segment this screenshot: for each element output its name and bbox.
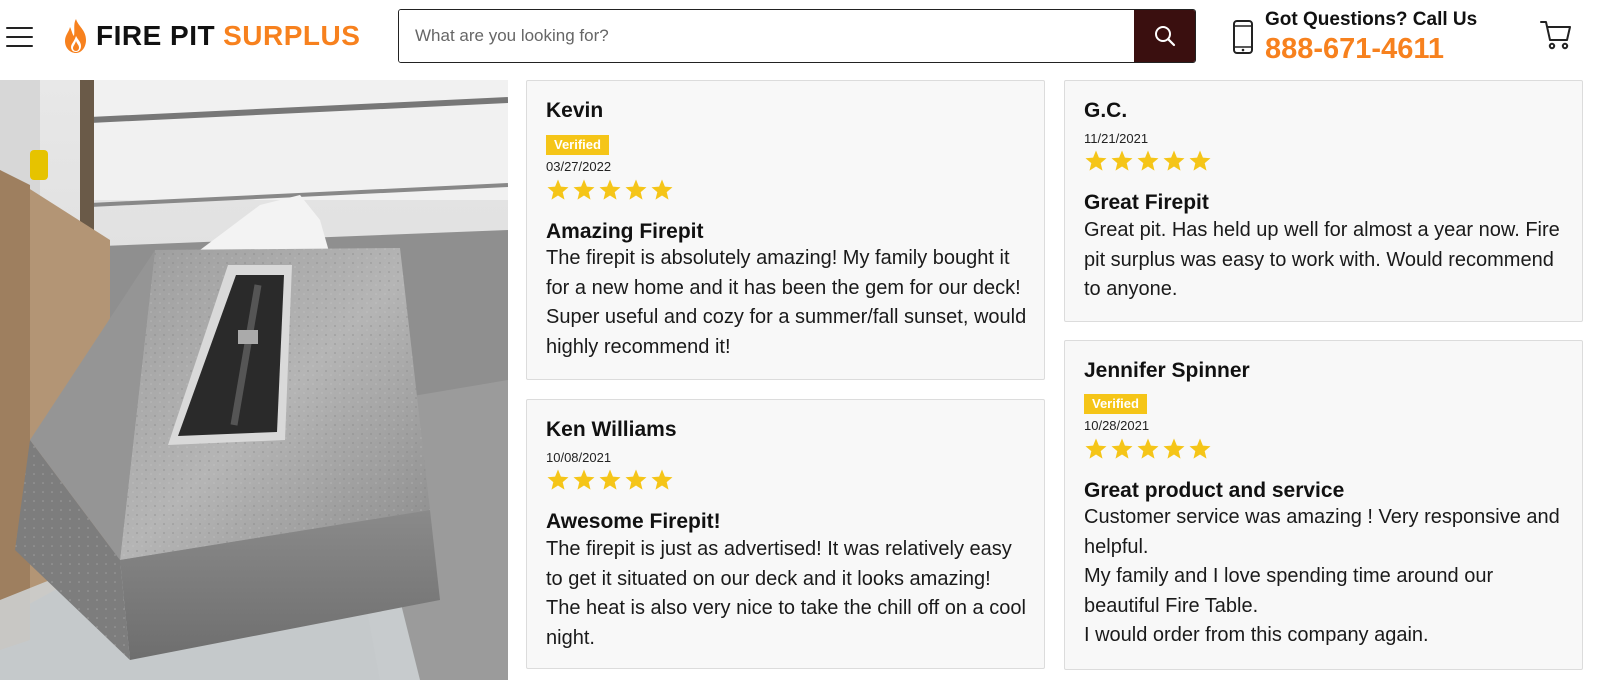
star-icon (651, 469, 673, 490)
star-rating (546, 178, 674, 202)
star-icon (1085, 150, 1107, 171)
reviewer-name: Kevin (546, 99, 604, 122)
star-icon (651, 179, 673, 200)
star-icon (573, 469, 595, 490)
review-text: The firepit is absolutely amazing! My fa… (546, 247, 1027, 358)
review-date: 03/27/2022 (546, 159, 612, 174)
review-date: 11/21/2021 (1084, 131, 1149, 146)
menu-icon[interactable] (6, 26, 33, 48)
star-icon (547, 179, 569, 200)
star-icon (1189, 150, 1211, 171)
review-title: Awesome Firepit! (546, 510, 721, 533)
logo-text-surplus: SURPLUS (223, 20, 361, 51)
phone-icon (1233, 20, 1253, 54)
review-body: The firepit is just as advertised! It wa… (546, 535, 1028, 653)
review-title: Great product and service (1084, 479, 1345, 502)
review-body: Customer service was amazing ! Very resp… (1084, 503, 1566, 651)
search-input[interactable] (399, 10, 1134, 62)
flame-icon (65, 19, 86, 53)
review-card: Kevin Verified 03/27/2022 Amazing Firepi… (526, 80, 1045, 380)
star-icon (1111, 150, 1133, 171)
phone-number-link[interactable]: 888-671-4611 (1265, 33, 1444, 66)
star-icon (1111, 438, 1133, 459)
reviewer-name: Ken Williams (546, 418, 677, 441)
star-icon (1137, 438, 1159, 459)
fire-table-photo (0, 80, 508, 680)
star-rating (1084, 437, 1212, 461)
star-icon (1163, 150, 1185, 171)
customer-review-photo[interactable] (0, 80, 508, 680)
verified-badge: Verified (1084, 394, 1147, 414)
review-card: Ken Williams 10/08/2021 Awesome Firepit!… (526, 399, 1045, 669)
search-bar (398, 9, 1196, 63)
review-title: Amazing Firepit (546, 220, 704, 243)
star-icon (1163, 438, 1185, 459)
review-text: My family and I love spending time aroun… (1084, 565, 1494, 617)
review-card: Jennifer Spinner Verified 10/28/2021 Gre… (1064, 340, 1583, 670)
star-icon (625, 469, 647, 490)
phone-prompt: Got Questions? Call Us (1265, 9, 1478, 30)
review-text: I would order from this company again. (1084, 624, 1429, 646)
review-text: Customer service was amazing ! Very resp… (1084, 506, 1560, 558)
review-body: The firepit is absolutely amazing! My fa… (546, 244, 1028, 362)
review-title: Great Firepit (1084, 191, 1209, 214)
site-header: FIRE PIT SURPLUS Got Questions? Call Us … (0, 0, 1600, 72)
site-logo[interactable]: FIRE PIT SURPLUS (62, 16, 360, 56)
star-icon (599, 179, 621, 200)
reviewer-name: G.C. (1084, 99, 1128, 122)
review-card: G.C. 11/21/2021 Great Firepit Great pit.… (1064, 80, 1583, 322)
star-icon (1085, 438, 1107, 459)
review-body: Great pit. Has held up well for almost a… (1084, 216, 1566, 305)
review-text: Great pit. Has held up well for almost a… (1084, 219, 1560, 300)
star-icon (599, 469, 621, 490)
verified-badge: Verified (546, 135, 609, 155)
search-button[interactable] (1134, 10, 1195, 62)
star-icon (573, 179, 595, 200)
review-date: 10/08/2021 (546, 450, 612, 465)
review-text: The firepit is just as advertised! It wa… (546, 538, 1026, 649)
logo-text-fire-pit: FIRE PIT (96, 20, 216, 51)
star-icon (625, 179, 647, 200)
cart-icon[interactable] (1540, 18, 1572, 52)
review-date: 10/28/2021 (1084, 418, 1150, 433)
contact-phone: Got Questions? Call Us 888-671-4611 (1232, 6, 1482, 66)
star-icon (1137, 150, 1159, 171)
search-icon (1154, 26, 1175, 47)
reviewer-name: Jennifer Spinner (1084, 359, 1250, 382)
star-rating (1084, 149, 1212, 173)
star-rating (546, 468, 674, 492)
star-icon (1189, 438, 1211, 459)
star-icon (547, 469, 569, 490)
